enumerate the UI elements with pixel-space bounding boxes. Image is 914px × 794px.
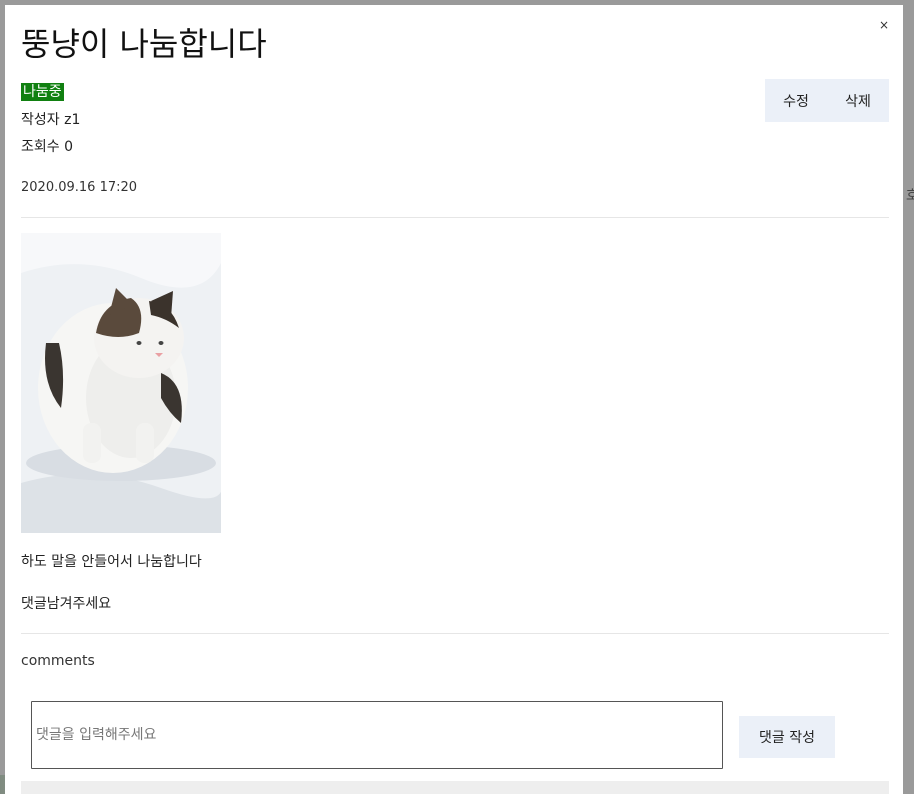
close-icon[interactable]: × [879,19,889,31]
post-image [21,233,221,533]
comment-list-area [21,781,889,794]
post-title: 뚱냥이 나눔합니다 [21,25,267,63]
cat-photo-illustration [21,233,221,533]
delete-button[interactable]: 삭제 [831,91,885,111]
post-date: 2020.09.16 17:20 [21,180,138,195]
status-badge: 나눔중 [21,83,64,101]
post-author: 작성자 z1 [21,112,81,128]
post-body-line: 하도 말을 안들어서 나눔합니다 [21,554,202,570]
post-views: 조회수 0 [21,139,73,155]
header-divider [21,217,889,218]
comments-heading: comments [21,653,95,669]
edit-button[interactable]: 수정 [769,91,823,111]
comment-input[interactable] [31,701,723,769]
post-actions: 수정 삭제 [765,79,889,122]
comment-submit-button[interactable]: 댓글 작성 [739,716,835,758]
body-divider [21,633,889,634]
post-body-line: 댓글남겨주세요 [21,596,112,612]
post-detail-modal: × 뚱냥이 나눔합니다 나눔중 작성자 z1 조회수 0 2020.09.16 … [5,5,903,794]
background-text: 호 [906,188,914,204]
